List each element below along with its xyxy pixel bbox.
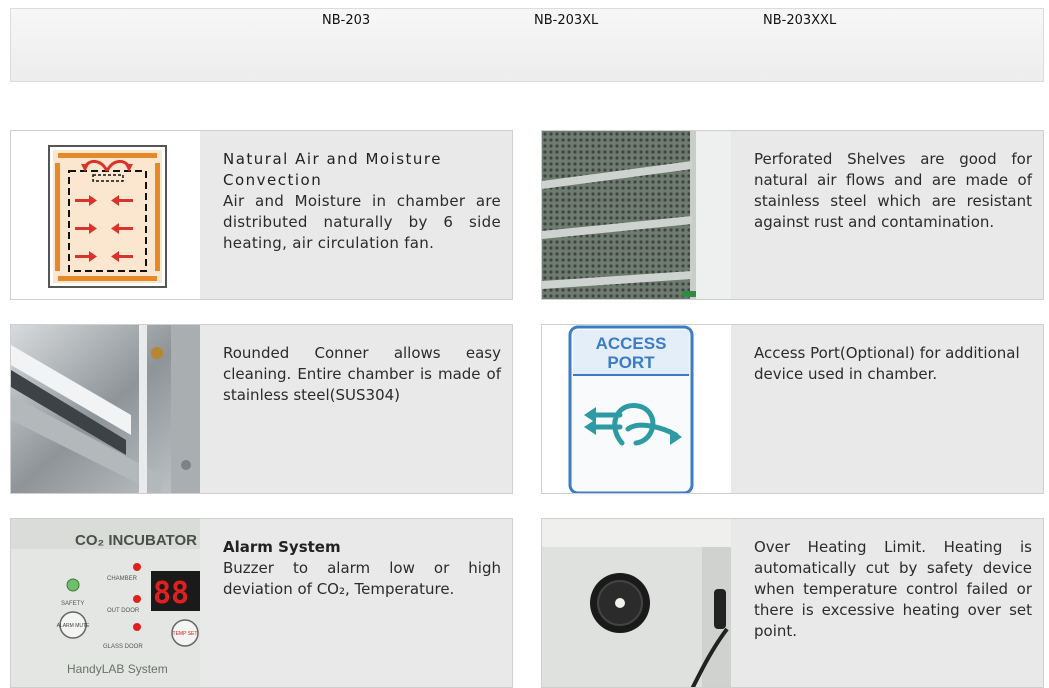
access-port-icon-line1: ACCESS xyxy=(596,334,667,353)
model-label-nb-203: NB-203 xyxy=(322,13,371,28)
perforated-shelves-image xyxy=(542,131,731,299)
model-label-nb-203xxl: NB-203XXL xyxy=(763,13,837,28)
access-port-description: Access Port(Optional) for additional dev… xyxy=(754,344,1020,383)
feature-card-shelves: Perforated Shelves are good for natural … xyxy=(541,130,1044,300)
panel-title: CO₂ INCUBATOR xyxy=(75,532,197,549)
panel-label-out-door: OUT DOOR xyxy=(107,608,140,614)
feature-card-access-port: ACCESS PORT Access Port(Optional) for ad… xyxy=(541,324,1044,494)
panel-brand: HandyLAB System xyxy=(67,662,168,676)
rounded-corner-description: Rounded Conner allows easy cleaning. Ent… xyxy=(223,344,501,404)
model-header-bar: NB-203 NB-203XL NB-203XXL xyxy=(10,8,1044,82)
shelves-description: Perforated Shelves are good for natural … xyxy=(754,150,1032,231)
feature-card-overheat-limit: Over Heating Limit. Heating is automatic… xyxy=(541,518,1044,688)
convection-title: Natural Air and Moisture Convection xyxy=(223,150,443,189)
convection-diagram-image xyxy=(11,131,200,299)
convection-description: Air and Moisture in chamber are distribu… xyxy=(223,192,501,252)
alarm-title: Alarm System xyxy=(223,538,341,556)
panel-label-safety: SAFETY xyxy=(61,601,84,607)
feature-card-convection: Natural Air and Moisture Convection Air … xyxy=(10,130,513,300)
overheat-limit-device-image xyxy=(542,519,731,687)
feature-card-rounded-corner: Rounded Conner allows easy cleaning. Ent… xyxy=(10,324,513,494)
access-port-icon-line2: PORT xyxy=(607,353,655,372)
incubator-control-panel-image: CO₂ INCUBATOR SAFETY CHAMBER OUT DOOR GL… xyxy=(11,519,200,687)
alarm-description: Buzzer to alarm low or high deviation of… xyxy=(223,559,501,598)
overheat-description: Over Heating Limit. Heating is automatic… xyxy=(754,538,1032,640)
panel-display: 88 xyxy=(153,576,189,611)
alarm-mute-button-label: ALARM MUTE xyxy=(57,623,90,629)
rounded-corner-chamber-image xyxy=(11,325,200,493)
access-port-icon: ACCESS PORT xyxy=(542,325,731,493)
temp-set-button-label: TEMP SET xyxy=(173,631,198,637)
model-label-nb-203xl: NB-203XL xyxy=(534,13,599,28)
feature-card-alarm-system: CO₂ INCUBATOR SAFETY CHAMBER OUT DOOR GL… xyxy=(10,518,513,688)
panel-label-glass-door: GLASS DOOR xyxy=(103,644,143,650)
panel-label-chamber: CHAMBER xyxy=(107,576,138,582)
